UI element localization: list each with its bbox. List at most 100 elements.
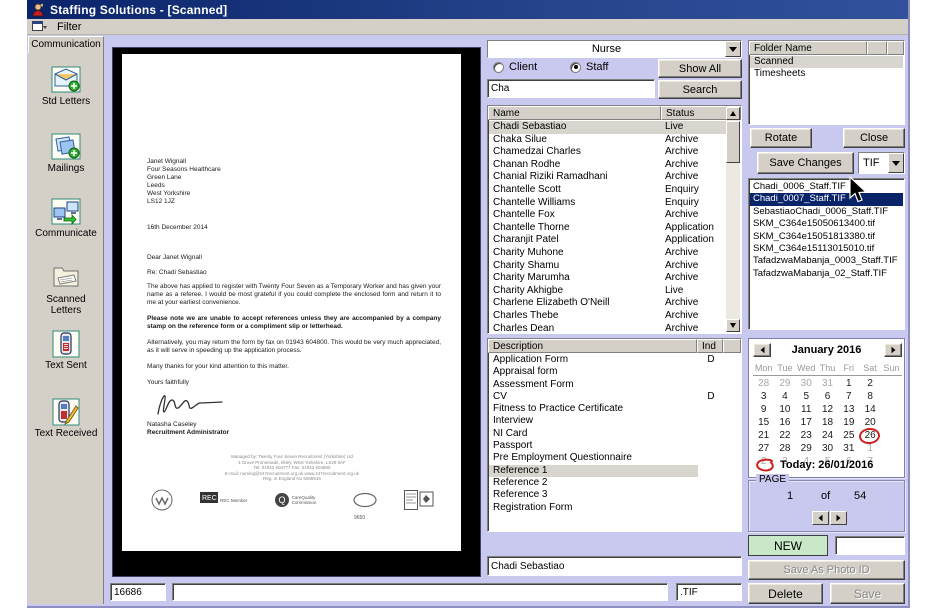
format-dropdown[interactable]: TIF: [858, 152, 905, 174]
column-header-status[interactable]: Status: [661, 106, 727, 120]
form-window-icon[interactable]: [32, 21, 47, 33]
calendar-day[interactable]: 13: [838, 403, 859, 416]
calendar-day[interactable]: 22: [774, 429, 795, 442]
list-item[interactable]: SKM_C364e15050613400.tif: [750, 218, 903, 230]
table-row[interactable]: Charlene Elizabeth O'Neill Archive: [489, 297, 726, 310]
calendar-day[interactable]: 12: [817, 403, 838, 416]
calendar-day[interactable]: 29: [774, 377, 795, 390]
filename-field[interactable]: [172, 583, 668, 601]
radio-staff-circle[interactable]: [570, 62, 581, 73]
sidebar-item-communicate[interactable]: Communicate: [28, 198, 104, 239]
save-as-photo-id-button[interactable]: Save As Photo ID: [748, 560, 905, 580]
table-row[interactable]: Charity Shamu Archive: [489, 260, 726, 273]
table-row[interactable]: Registration Form: [489, 502, 740, 514]
table-row[interactable]: Reference 1: [489, 465, 740, 477]
search-button[interactable]: Search: [658, 80, 742, 99]
calendar-day[interactable]: 7: [838, 390, 859, 403]
radio-staff[interactable]: Staff: [570, 61, 608, 73]
photo-id-field[interactable]: [835, 536, 905, 555]
search-input[interactable]: [487, 79, 655, 98]
table-row[interactable]: Chantelle Fox Archive: [489, 209, 726, 222]
calendar-day[interactable]: 3: [753, 390, 774, 403]
table-row[interactable]: CV D: [489, 391, 740, 403]
column-header-folder-name[interactable]: Folder Name: [749, 41, 867, 55]
table-row[interactable]: Application Form D: [489, 354, 740, 366]
calendar-today-row[interactable]: Today: 26/01/2016: [755, 458, 873, 472]
calendar-day[interactable]: 11: [796, 403, 817, 416]
new-button[interactable]: NEW: [748, 535, 828, 556]
list-item[interactable]: TafadzwaMabanja_02_Staff.TIF: [750, 268, 903, 280]
calendar-day[interactable]: 16: [774, 416, 795, 429]
list-item[interactable]: SebastiaoChadi_0006_Staff.TIF: [750, 206, 903, 218]
calendar-day[interactable]: 28: [753, 377, 774, 390]
menu-item-filter[interactable]: Filter: [53, 21, 85, 33]
tab-communication[interactable]: Communication: [28, 36, 104, 53]
table-row[interactable]: Chadi Sebastiao Live: [489, 121, 726, 134]
rotate-button[interactable]: Rotate: [750, 128, 812, 148]
page-prev-button[interactable]: [812, 509, 829, 527]
table-row[interactable]: Charity Marumha Archive: [489, 272, 726, 285]
sidebar-item-std-letters[interactable]: Std Letters: [28, 66, 104, 107]
calendar-day[interactable]: 14: [859, 403, 880, 416]
selected-name-field[interactable]: [487, 556, 742, 576]
calendar-day[interactable]: 24: [817, 429, 838, 442]
table-row[interactable]: Fitness to Practice Certificate: [489, 403, 740, 415]
calendar-day[interactable]: 30: [817, 442, 838, 455]
calendar-day[interactable]: 18: [817, 416, 838, 429]
column-header-ind[interactable]: Ind: [697, 339, 723, 353]
save-button[interactable]: Save: [830, 583, 905, 604]
list-item[interactable]: TafadzwaMabanja_0003_Staff.TIF: [750, 255, 903, 267]
calendar-day[interactable]: 2: [859, 377, 880, 390]
list-item[interactable]: Chadi_0006_Staff.TIF: [750, 181, 903, 193]
table-row[interactable]: Charity Akhigbe Live: [489, 285, 726, 298]
calendar-day[interactable]: 31: [817, 377, 838, 390]
table-row[interactable]: Chantelle Thorne Application: [489, 222, 726, 235]
delete-button[interactable]: Delete: [748, 583, 823, 604]
close-button[interactable]: Close: [843, 128, 905, 148]
calendar-day[interactable]: 5: [796, 390, 817, 403]
document-viewer[interactable]: Janet WignallFour Seasons HealthcareGree…: [112, 47, 481, 577]
table-row[interactable]: Interview: [489, 415, 740, 427]
show-all-button[interactable]: Show All: [658, 59, 742, 78]
calendar-day[interactable]: 1: [859, 442, 880, 455]
chevron-down-icon[interactable]: [725, 41, 741, 57]
calendar-day[interactable]: 29: [796, 442, 817, 455]
calendar-day[interactable]: 17: [796, 416, 817, 429]
calendar-day[interactable]: 23: [796, 429, 817, 442]
calendar-day[interactable]: 1: [838, 377, 859, 390]
table-row[interactable]: Chantelle Williams Enquiry: [489, 197, 726, 210]
table-row[interactable]: Assessment Form: [489, 379, 740, 391]
table-row[interactable]: Chanan Rodhe Archive: [489, 159, 726, 172]
name-list-scrollbar[interactable]: [726, 107, 740, 332]
extension-field[interactable]: [676, 583, 742, 601]
name-list[interactable]: Name Status Chadi Sebastiao Live Chaka S…: [487, 105, 742, 334]
calendar-day[interactable]: 19: [838, 416, 859, 429]
calendar-next-icon[interactable]: [884, 343, 902, 357]
calendar-day[interactable]: 25: [838, 429, 859, 442]
table-row[interactable]: NI Card: [489, 428, 740, 440]
save-changes-button[interactable]: Save Changes: [757, 152, 854, 174]
description-list[interactable]: Description Ind Application Form D Appra…: [487, 338, 742, 532]
calendar-day[interactable]: 8: [859, 390, 880, 403]
table-row[interactable]: Chaka Silue Archive: [489, 134, 726, 147]
table-row[interactable]: Charles Thebe Archive: [489, 310, 726, 323]
sidebar-item-text-received[interactable]: Text Received: [28, 398, 104, 439]
list-item[interactable]: Chadi_0007_Staff.TIF: [750, 193, 903, 205]
column-header-description[interactable]: Description: [488, 339, 697, 353]
radio-client[interactable]: Client: [493, 61, 537, 73]
title-bar[interactable]: Staffing Solutions - [Scanned]: [27, 0, 908, 19]
file-list[interactable]: Chadi_0006_Staff.TIFChadi_0007_Staff.TIF…: [748, 178, 905, 330]
table-row[interactable]: Reference 3: [489, 489, 740, 501]
table-row[interactable]: Charity Muhone Archive: [489, 247, 726, 260]
calendar-day[interactable]: 28: [774, 442, 795, 455]
table-row[interactable]: Pre Employment Questionnaire: [489, 452, 740, 464]
column-header-name[interactable]: Name: [488, 106, 661, 120]
category-dropdown[interactable]: Nurse: [487, 40, 742, 58]
calendar-day[interactable]: 10: [774, 403, 795, 416]
calendar-day[interactable]: 30: [796, 377, 817, 390]
page-next-button[interactable]: [830, 509, 847, 527]
calendar-day[interactable]: 4: [774, 390, 795, 403]
table-row[interactable]: Chamedzai Charles Archive: [489, 146, 726, 159]
table-row[interactable]: Charles Dean Archive: [489, 323, 726, 333]
table-row[interactable]: Charanjit Patel Application: [489, 234, 726, 247]
